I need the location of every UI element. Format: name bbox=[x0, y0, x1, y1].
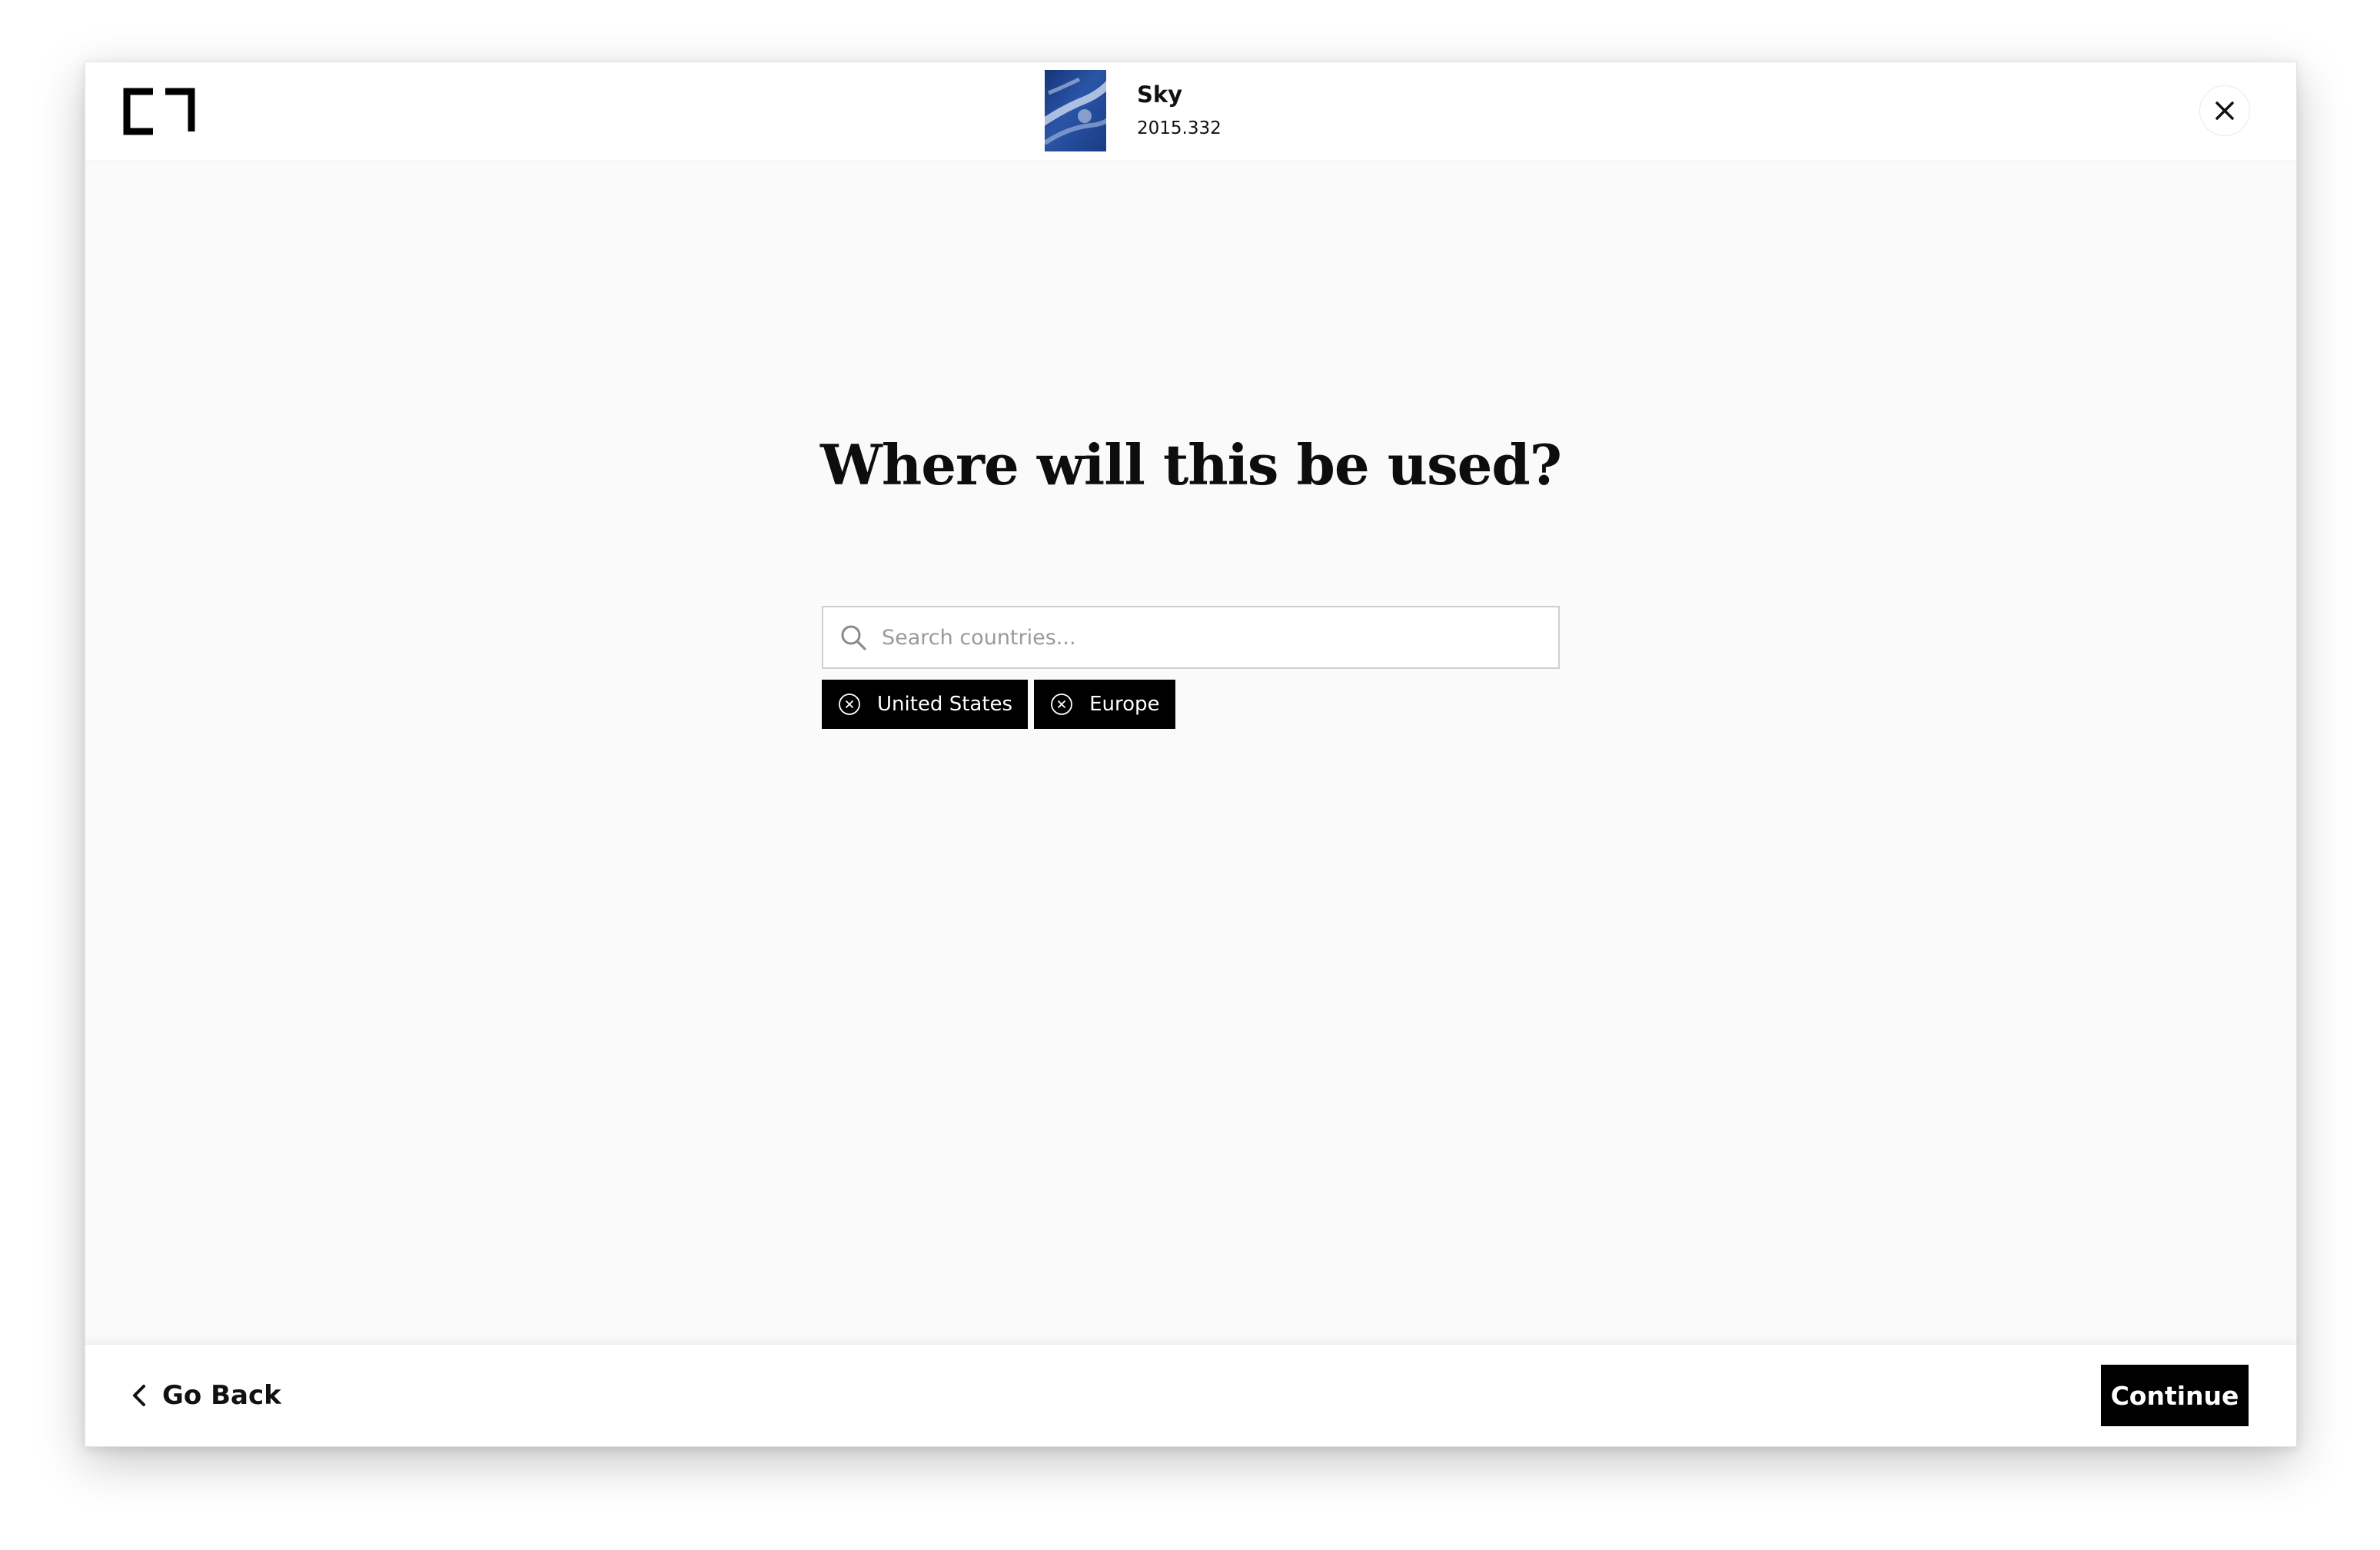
region-chip-label: United States bbox=[877, 693, 1013, 716]
search-icon bbox=[841, 625, 866, 650]
artwork-accession-number: 2015.332 bbox=[1137, 118, 1222, 138]
sky-thumbnail bbox=[1045, 70, 1106, 151]
chevron-left-icon bbox=[133, 1385, 145, 1406]
country-search[interactable] bbox=[822, 606, 1560, 669]
dialog-header: Sky 2015.332 bbox=[85, 62, 2296, 161]
artwork-summary: Sky 2015.332 bbox=[1045, 70, 1222, 151]
go-back-label: Go Back bbox=[162, 1380, 281, 1411]
selected-regions: United States Europe bbox=[822, 680, 1182, 729]
go-back-button[interactable]: Go Back bbox=[128, 1372, 281, 1419]
page-title: Where will this be used? bbox=[820, 432, 1562, 497]
continue-button[interactable]: Continue bbox=[2101, 1365, 2249, 1426]
bracket-logo-icon[interactable] bbox=[122, 87, 196, 136]
region-chip-europe[interactable]: Europe bbox=[1034, 680, 1175, 729]
license-dialog: Sky 2015.332 Where will this be used? Se… bbox=[85, 62, 2297, 1447]
region-chip-label: Europe bbox=[1089, 693, 1160, 716]
artwork-meta: Sky 2015.332 bbox=[1137, 79, 1222, 142]
circle-x-icon[interactable] bbox=[1049, 692, 1074, 717]
circle-x-icon[interactable] bbox=[837, 692, 862, 717]
artwork-title: Sky bbox=[1137, 81, 1183, 108]
region-chip-united-states[interactable]: United States bbox=[822, 680, 1029, 729]
close-button[interactable] bbox=[2199, 85, 2250, 136]
dialog-body: Where will this be used? United States bbox=[85, 161, 2296, 1345]
dialog-footer: Go Back Continue bbox=[85, 1344, 2296, 1446]
close-icon bbox=[2215, 101, 2234, 120]
search-input[interactable] bbox=[880, 614, 1544, 661]
